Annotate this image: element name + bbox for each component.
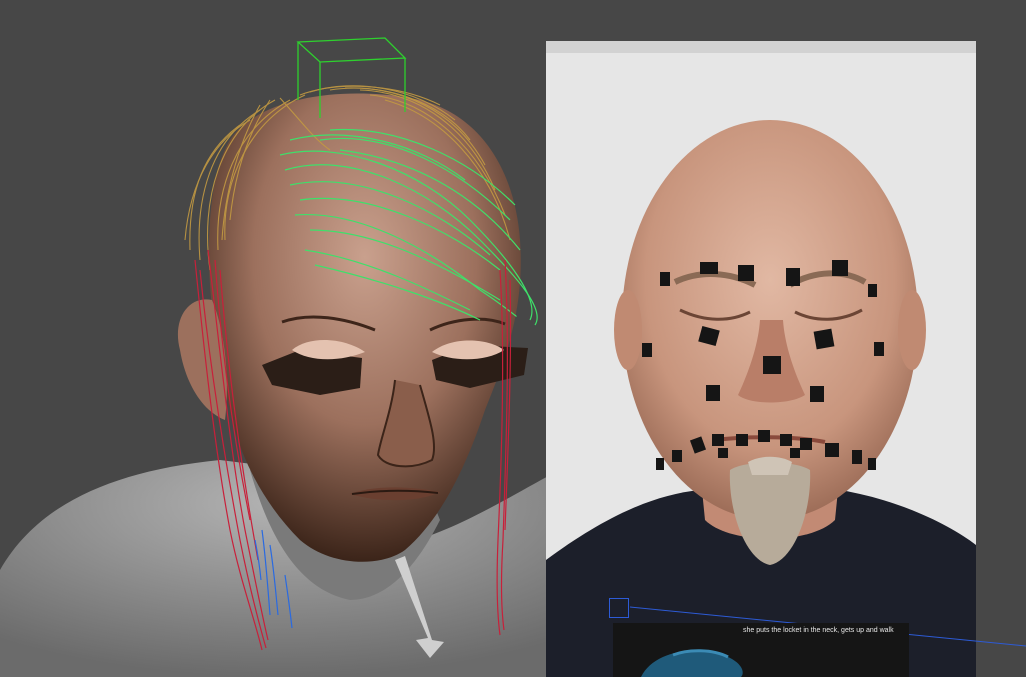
subtitle-overlay: she puts the locket in the neck, gets up… xyxy=(613,623,909,677)
reference-left-ear xyxy=(614,290,642,370)
reference-video-panel xyxy=(546,41,976,677)
manipulator-handle-icon[interactable] xyxy=(609,598,629,618)
reference-right-ear xyxy=(898,290,926,370)
object-preview-thumbnail xyxy=(641,649,743,677)
3d-viewport[interactable] xyxy=(0,0,1026,677)
subtitle-text: she puts the locket in the neck, gets up… xyxy=(743,627,894,634)
reference-chin-tuft xyxy=(748,456,792,475)
